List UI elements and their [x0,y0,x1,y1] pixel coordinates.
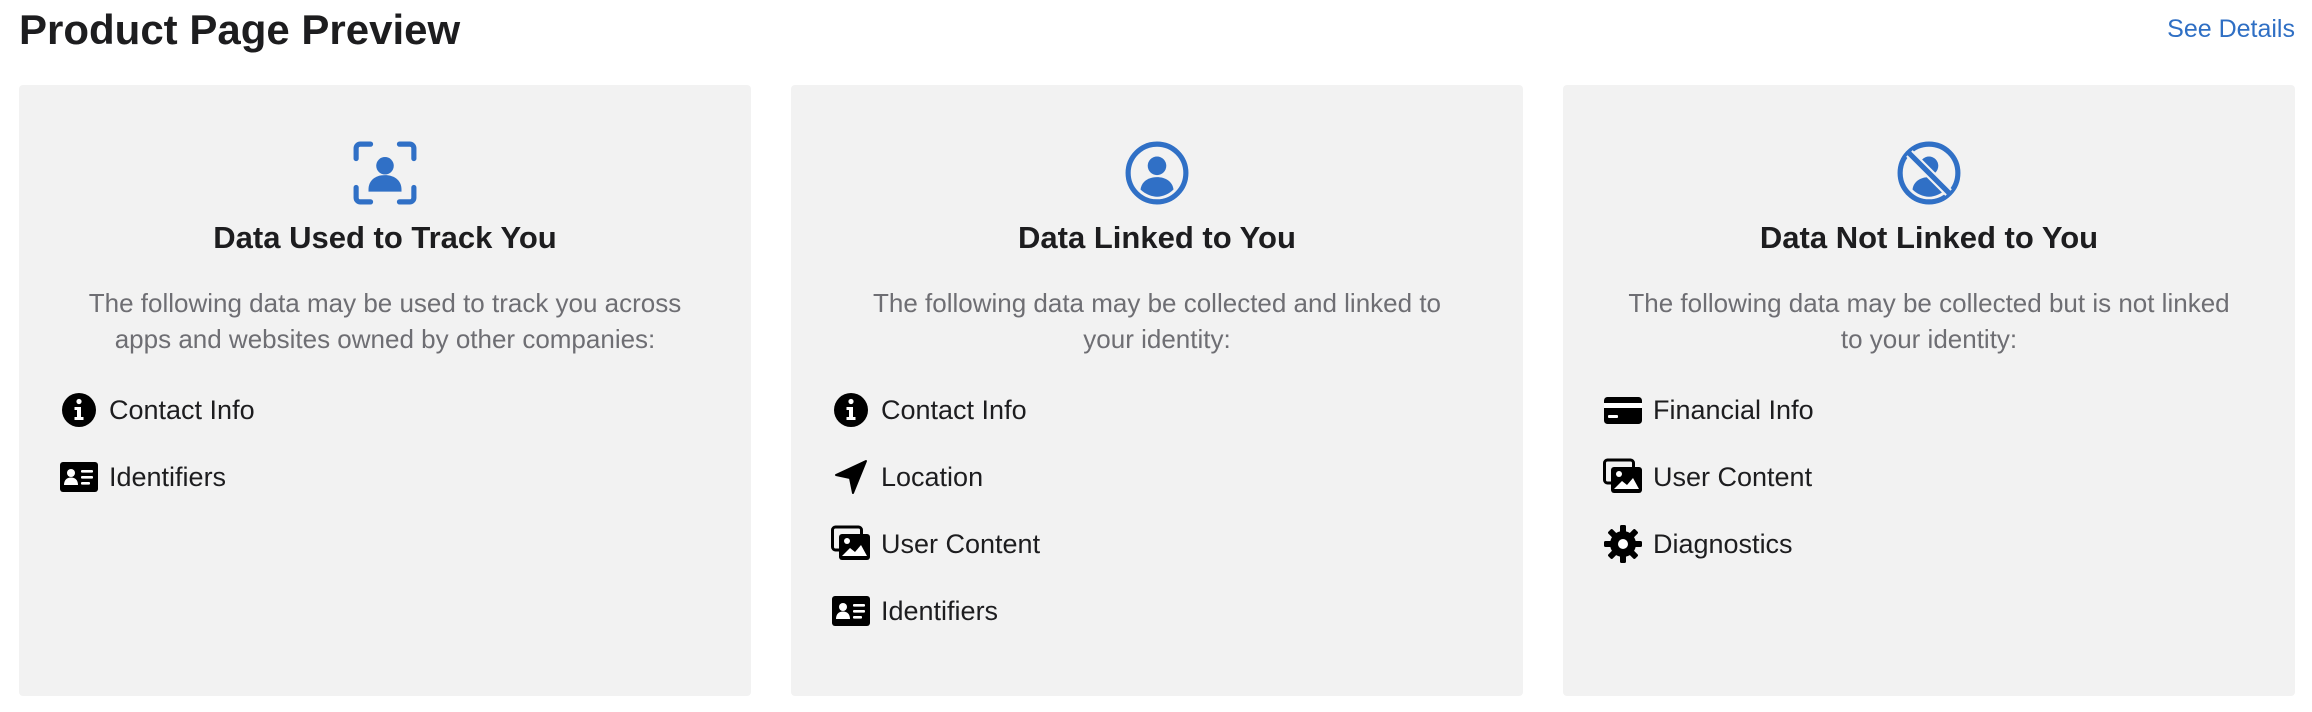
location-arrow-icon [831,457,871,497]
card-data-not-linked-to-you: Data Not Linked to You The following dat… [1563,85,2295,696]
list-item: Contact Info [831,388,1483,432]
info-icon [831,390,871,430]
page-header: Product Page Preview See Details [19,0,2295,60]
card-title: Data Linked to You [1018,220,1296,255]
id-card-icon [59,457,99,497]
item-label: Identifiers [109,462,227,492]
list-item: Identifiers [59,455,711,499]
item-label: Contact Info [881,395,1027,425]
page-title: Product Page Preview [19,6,461,53]
card-description: The following data may be collected but … [1628,288,2230,354]
list-item: User Content [831,522,1483,566]
item-label: Financial Info [1653,395,1814,425]
gear-icon [1603,524,1643,564]
photos-icon [831,524,871,564]
card-title: Data Used to Track You [213,220,557,255]
list-item: Financial Info [1603,388,2255,432]
list-item: Contact Info [59,388,711,432]
id-card-icon [831,591,871,631]
photos-icon [1603,457,1643,497]
tracking-icon [352,140,418,206]
data-category-list: Contact Info Identifiers [59,388,711,522]
card-data-linked-to-you: Data Linked to You The following data ma… [791,85,1523,696]
item-label: Location [881,462,984,492]
item-label: User Content [881,529,1041,559]
item-label: Diagnostics [1653,529,1793,559]
data-category-list: Contact Info Location User Content Ident… [831,388,1483,656]
card-title: Data Not Linked to You [1759,220,2099,255]
person-circle-icon [1124,140,1190,206]
info-icon [59,390,99,430]
list-item: Diagnostics [1603,522,2255,566]
list-item: Location [831,455,1483,499]
item-label: User Content [1653,462,1813,492]
card-description: The following data may be used to track … [88,288,682,354]
see-details-link[interactable]: See Details [2167,12,2295,46]
card-data-used-to-track: Data Used to Track You The following dat… [19,85,751,696]
list-item: User Content [1603,455,2255,499]
data-category-list: Financial Info User Content Diagnostics [1603,388,2255,589]
credit-card-icon [1603,390,1643,430]
card-description: The following data may be collected and … [872,288,1441,354]
person-slash-icon [1896,140,1962,206]
item-label: Contact Info [109,395,255,425]
list-item: Identifiers [831,589,1483,633]
item-label: Identifiers [881,596,999,626]
privacy-cards: Data Used to Track You The following dat… [19,85,2295,696]
